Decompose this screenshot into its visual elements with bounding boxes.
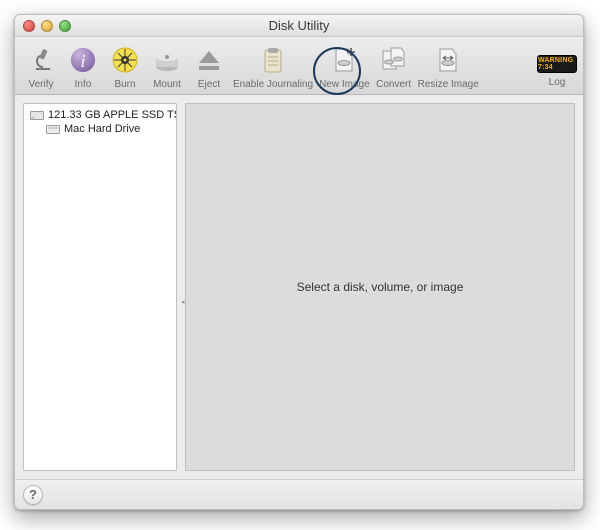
toolbar: Verify i Info [15, 37, 583, 95]
toolbar-label: Verify [28, 79, 53, 90]
log-button[interactable]: WARNING 7:34 Log [537, 55, 577, 90]
burn-button[interactable]: Burn [105, 43, 145, 90]
help-button[interactable]: ? [23, 485, 43, 505]
toolbar-label: New Image [319, 79, 370, 90]
new-image-button[interactable]: New Image [317, 43, 372, 90]
window-title: Disk Utility [15, 18, 583, 33]
detail-pane: ◂ Select a disk, volume, or image [185, 103, 575, 471]
mount-button[interactable]: Mount [147, 43, 187, 90]
burn-icon [108, 43, 142, 77]
placeholder-text: Select a disk, volume, or image [297, 280, 464, 294]
info-icon: i [66, 43, 100, 77]
toolbar-label: Enable Journaling [233, 79, 313, 90]
toolbar-label: Info [75, 79, 92, 90]
verify-button[interactable]: Verify [21, 43, 61, 90]
eject-button[interactable]: Eject [189, 43, 229, 90]
volume-icon [46, 123, 60, 135]
clipboard-icon [256, 43, 290, 77]
enable-journaling-button[interactable]: Enable Journaling [231, 43, 315, 90]
resize-image-button[interactable]: Resize Image [416, 43, 481, 90]
help-glyph: ? [29, 487, 37, 502]
disk-label: 121.33 GB APPLE SSD TS... [48, 109, 176, 121]
volume-label: Mac Hard Drive [64, 123, 140, 135]
new-image-icon [327, 43, 361, 77]
content-area: 121.33 GB APPLE SSD TS... Mac Hard Drive… [15, 95, 583, 479]
eject-icon [192, 43, 226, 77]
disk-sidebar[interactable]: 121.33 GB APPLE SSD TS... Mac Hard Drive [23, 103, 177, 471]
footer: ? [15, 479, 583, 509]
log-warning-chip: WARNING 7:34 [537, 55, 577, 73]
svg-text:i: i [80, 51, 85, 71]
microscope-icon [24, 43, 58, 77]
toolbar-label: Log [549, 77, 566, 88]
convert-button[interactable]: Convert [374, 43, 414, 90]
info-button[interactable]: i Info [63, 43, 103, 90]
internal-disk-icon [30, 109, 44, 121]
disk-row[interactable]: 121.33 GB APPLE SSD TS... [24, 108, 176, 122]
split-handle[interactable]: ◂ [181, 298, 185, 306]
titlebar: Disk Utility [15, 15, 583, 37]
toolbar-label: Burn [114, 79, 135, 90]
volume-row[interactable]: Mac Hard Drive [24, 122, 176, 136]
toolbar-label: Resize Image [418, 79, 479, 90]
convert-icon [377, 43, 411, 77]
disk-utility-window: Disk Utility Verify i [14, 14, 584, 510]
toolbar-label: Eject [198, 79, 220, 90]
resize-image-icon [431, 43, 465, 77]
toolbar-label: Mount [153, 79, 181, 90]
mount-icon [150, 43, 184, 77]
toolbar-label: Convert [376, 79, 411, 90]
